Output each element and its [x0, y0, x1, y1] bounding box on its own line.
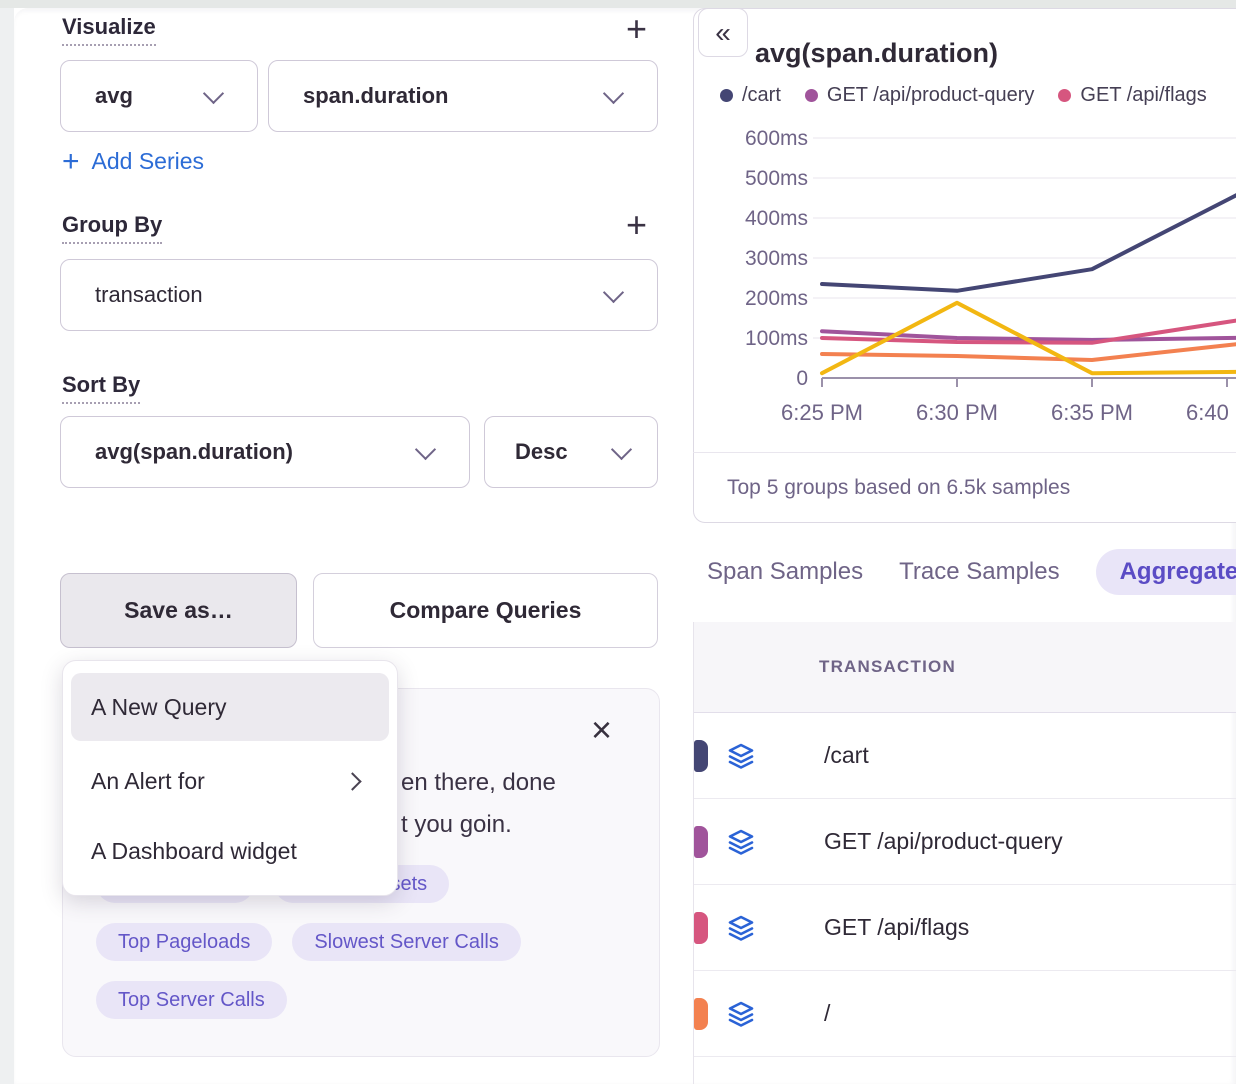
add-series-button[interactable]: + Add Series — [62, 148, 204, 175]
chart-title: avg(span.duration) — [755, 38, 998, 69]
layers-icon — [728, 829, 754, 855]
svg-text:6:30 PM: 6:30 PM — [916, 400, 998, 425]
sort-field-value: avg(span.duration) — [95, 439, 293, 465]
compare-queries-button[interactable]: Compare Queries — [313, 573, 658, 648]
chevron-down-icon — [203, 82, 224, 103]
svg-text:0: 0 — [796, 367, 808, 390]
close-icon[interactable]: × — [591, 715, 612, 745]
table-header-row: TRANSACTION — [694, 622, 1236, 713]
menu-item-a-new-query[interactable]: A New Query — [71, 673, 389, 741]
svg-text:6:25 PM: 6:25 PM — [781, 400, 863, 425]
layers-icon — [728, 1001, 754, 1027]
sort-direction-select[interactable]: Desc — [484, 416, 658, 488]
legend-dot-icon — [805, 89, 818, 102]
chart-footer-text: Top 5 groups based on 6.5k samples — [727, 476, 1070, 500]
menu-item-label: A New Query — [91, 694, 227, 721]
layers-icon — [728, 915, 754, 941]
chart-footer: Top 5 groups based on 6.5k samples — [693, 452, 1236, 523]
visualize-heading: Visualize — [62, 14, 156, 46]
transaction-cell: / — [824, 1000, 830, 1027]
svg-text:100ms: 100ms — [745, 327, 808, 350]
tab-aggregates[interactable]: Aggregates — [1096, 549, 1236, 595]
group-by-value: transaction — [95, 282, 203, 308]
table-row[interactable]: /cart — [694, 713, 1236, 799]
sort-direction-value: Desc — [515, 439, 568, 465]
chart-legend: /cart GET /api/product-query GET /api/flag… — [720, 84, 1207, 107]
chevron-down-icon — [603, 82, 624, 103]
sort-field-select[interactable]: avg(span.duration) — [60, 416, 470, 488]
legend-label: GET /api/flags — [1080, 84, 1206, 107]
transaction-column-header: TRANSACTION — [819, 657, 956, 677]
legend-item: GET /api/product-query — [805, 84, 1035, 107]
legend-item: /cart — [720, 84, 781, 107]
collapse-panel-button[interactable]: « — [698, 8, 748, 57]
series-color-bar — [694, 740, 708, 772]
chevron-down-icon — [611, 438, 632, 459]
banner-text-line1: en there, done — [401, 769, 556, 797]
transaction-cell: GET /api/product-query — [824, 828, 1063, 855]
group-by-select[interactable]: transaction — [60, 259, 658, 331]
table-row[interactable]: GET /api/flags — [694, 885, 1236, 971]
table-row[interactable]: / — [694, 971, 1236, 1057]
add-visualize-button[interactable]: + — [626, 14, 647, 44]
aggregate-select[interactable]: avg — [60, 60, 258, 132]
save-as-menu: A New Query An Alert for A Dashboard widge… — [62, 660, 398, 896]
chevron-down-icon — [415, 438, 436, 459]
sort-by-heading: Sort By — [62, 372, 140, 404]
svg-text:600ms: 600ms — [745, 127, 808, 150]
svg-text:6:40 PM: 6:40 PM — [1186, 400, 1236, 425]
aggregate-value: avg — [95, 83, 133, 109]
field-value: span.duration — [303, 83, 448, 109]
banner-text-line2: t you goin. — [401, 811, 512, 839]
tab-trace-samples[interactable]: Trace Samples — [899, 549, 1060, 595]
plus-icon: + — [62, 150, 80, 174]
layers-icon — [728, 743, 754, 769]
save-as-button[interactable]: Save as… — [60, 573, 297, 648]
tab-span-samples[interactable]: Span Samples — [707, 549, 863, 595]
samples-tabs: Span Samples Trace Samples Aggregates — [707, 549, 1236, 595]
legend-label: GET /api/product-query — [827, 84, 1035, 107]
menu-item-label: An Alert for — [91, 768, 205, 795]
legend-dot-icon — [1058, 89, 1071, 102]
transaction-cell: GET /api/flags — [824, 914, 969, 941]
menu-item-label: A Dashboard widget — [91, 838, 297, 865]
chevron-right-icon — [343, 772, 361, 790]
menu-item-a-dashboard-widget[interactable]: A Dashboard widget — [71, 821, 389, 881]
menu-item-an-alert-for[interactable]: An Alert for — [71, 753, 389, 809]
suggested-query-pill[interactable]: Slowest Server Calls — [292, 923, 521, 961]
left-gutter — [0, 8, 14, 1084]
series-color-bar — [694, 826, 708, 858]
svg-text:300ms: 300ms — [745, 247, 808, 270]
legend-dot-icon — [720, 89, 733, 102]
aggregates-table: TRANSACTION /cart GET /api/product-query G… — [693, 622, 1236, 1084]
suggested-query-pill[interactable]: Top Pageloads — [96, 923, 272, 961]
svg-text:200ms: 200ms — [745, 287, 808, 310]
group-by-heading: Group By — [62, 212, 162, 244]
duration-line-chart: 600ms 500ms 400ms 300ms 200ms 100ms 0 6:25 PM 6:… — [693, 110, 1236, 440]
chevron-down-icon — [603, 281, 624, 302]
svg-text:6:35 PM: 6:35 PM — [1051, 400, 1133, 425]
series-color-bar — [694, 998, 708, 1030]
series-color-bar — [694, 912, 708, 944]
legend-label: /cart — [742, 84, 781, 107]
legend-item: GET /api/flags — [1058, 84, 1206, 107]
window-top-strip — [0, 0, 1236, 8]
field-select[interactable]: span.duration — [268, 60, 658, 132]
suggested-query-pill[interactable]: Top Server Calls — [96, 981, 287, 1019]
add-series-label: Add Series — [92, 148, 205, 175]
transaction-cell: /cart — [824, 742, 869, 769]
add-group-by-button[interactable]: + — [626, 210, 647, 240]
table-row[interactable]: GET /api/product-query — [694, 799, 1236, 885]
svg-text:500ms: 500ms — [745, 167, 808, 190]
svg-text:400ms: 400ms — [745, 207, 808, 230]
